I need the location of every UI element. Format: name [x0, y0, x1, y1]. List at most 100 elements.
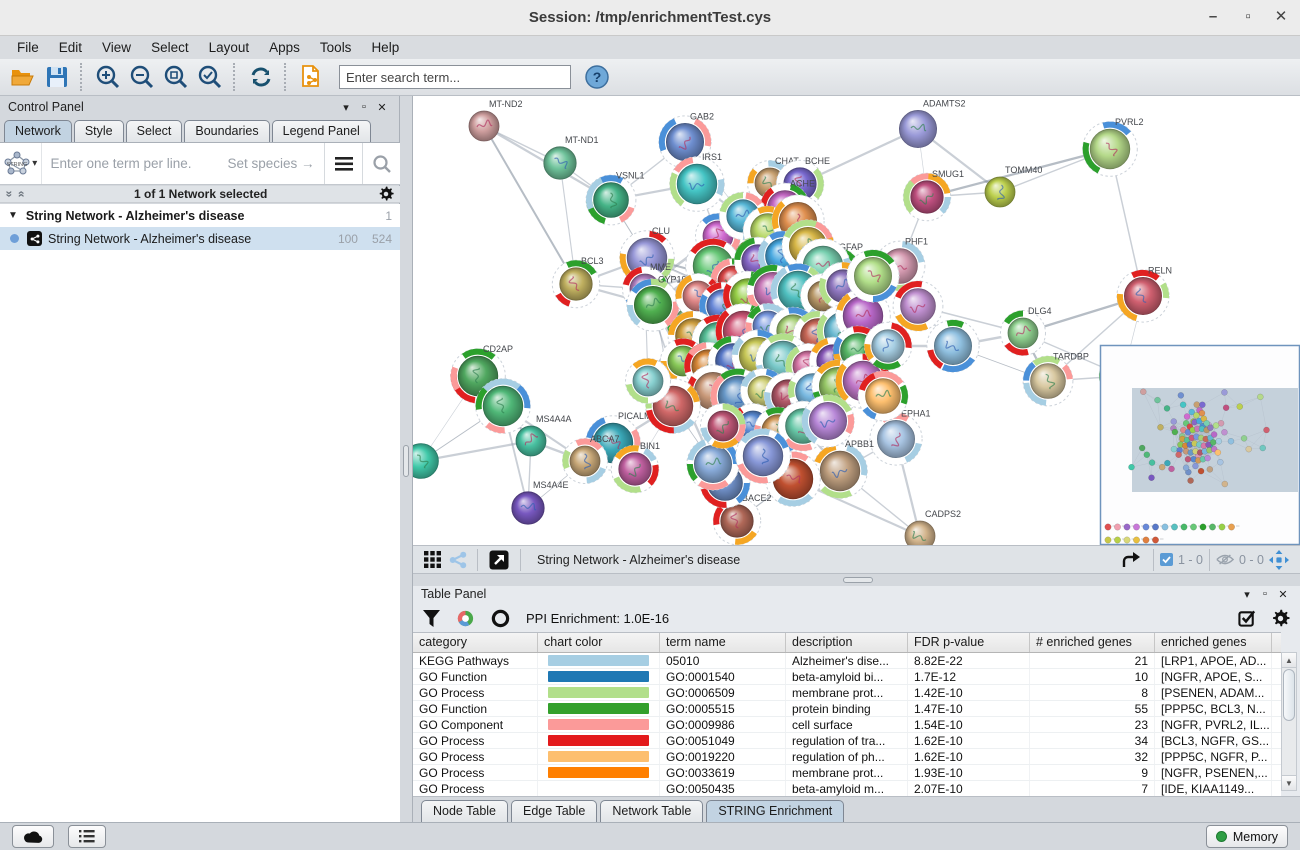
panel-float-icon[interactable]: ▫ — [355, 101, 373, 113]
table-row[interactable]: GO FunctionGO:0005515protein binding1.47… — [413, 701, 1281, 717]
task-history-button[interactable] — [68, 825, 106, 848]
scroll-up-icon[interactable]: ▲ — [1282, 653, 1296, 668]
table-row[interactable]: GO ProcessGO:0051049regulation of tra...… — [413, 733, 1281, 749]
column-header--enriched-genes[interactable]: # enriched genes — [1030, 633, 1155, 652]
expand-all-icon[interactable]: » — [13, 191, 27, 198]
node[interactable] — [736, 429, 791, 484]
node[interactable] — [626, 359, 671, 404]
donut-chart-icon[interactable] — [456, 609, 475, 628]
column-header-enriched-genes[interactable]: enriched genes — [1155, 633, 1272, 652]
column-header-description[interactable]: description — [786, 633, 908, 652]
menu-view[interactable]: View — [93, 38, 140, 57]
column-header-FDR-p-value[interactable]: FDR p-value — [908, 633, 1030, 652]
table-divider-grip[interactable] — [843, 577, 873, 583]
refresh-button[interactable] — [244, 62, 278, 92]
column-header-term-name[interactable]: term name — [660, 633, 786, 652]
string-search-button[interactable] — [363, 143, 400, 184]
node-DLG4[interactable]: DLG4 — [1001, 306, 1052, 356]
node-RELN[interactable]: RELN — [1117, 265, 1172, 322]
zoom-fit-button[interactable] — [159, 62, 193, 92]
filter-icon[interactable] — [423, 610, 440, 627]
tab-network-table[interactable]: Network Table — [600, 800, 703, 822]
node[interactable] — [476, 379, 531, 434]
settings-gear-icon[interactable] — [1271, 609, 1290, 628]
divider-grip[interactable] — [403, 445, 409, 477]
node[interactable] — [858, 371, 908, 421]
node-MS4A4E[interactable]: MS4A4E — [512, 480, 569, 524]
pan-mode-button[interactable] — [1264, 545, 1294, 575]
tab-string-enrichment[interactable]: STRING Enrichment — [706, 800, 844, 822]
menu-edit[interactable]: Edit — [50, 38, 91, 57]
table-panel-menu-caret-icon[interactable]: ▾ — [1238, 588, 1256, 601]
tab-style[interactable]: Style — [74, 120, 124, 142]
string-protocol-selector[interactable]: STRING ▾ — [0, 143, 42, 184]
menu-layout[interactable]: Layout — [200, 38, 259, 57]
ring-chart-icon[interactable] — [491, 609, 510, 628]
minimize-button[interactable]: – — [1196, 0, 1230, 36]
zoom-in-button[interactable] — [91, 62, 125, 92]
menu-help[interactable]: Help — [362, 38, 408, 57]
table-row[interactable]: GO FunctionGO:0001540beta-amyloid bi...1… — [413, 669, 1281, 685]
node-TOMM40[interactable]: TOMM40 — [985, 165, 1042, 207]
menu-file[interactable]: File — [8, 38, 48, 57]
menu-apps[interactable]: Apps — [260, 38, 309, 57]
collection-row[interactable]: ▼ String Network - Alzheimer's disease 1 — [0, 204, 400, 227]
table-row[interactable]: GO ProcessGO:0006509membrane prot...1.42… — [413, 685, 1281, 701]
network-svg[interactable]: MT-ND2MT-ND1VSNL1GAB2IRS1CHATBCHEACHEADA… — [413, 96, 1300, 545]
save-session-button[interactable] — [40, 62, 74, 92]
gear-icon[interactable] — [378, 186, 394, 202]
maximize-button[interactable]: ▫ — [1231, 0, 1265, 36]
node[interactable] — [701, 404, 746, 449]
panel-menu-caret-icon[interactable]: ▾ — [337, 101, 355, 114]
table-scrollbar[interactable]: ▲ ▼ — [1281, 652, 1297, 791]
selection-checkbox-icon[interactable] — [1160, 553, 1173, 566]
panel-close-icon[interactable]: ✕ — [373, 101, 391, 114]
scroll-thumb[interactable] — [1283, 669, 1295, 721]
node-ADAMTS2[interactable]: ADAMTS2 — [899, 98, 965, 147]
network-row[interactable]: String Network - Alzheimer's disease 100… — [0, 227, 400, 250]
tab-select[interactable]: Select — [126, 120, 183, 142]
node-CADPS2[interactable]: CADPS2 — [905, 509, 961, 545]
node-VSNL1[interactable]: VSNL1 — [586, 171, 644, 225]
import-network-button[interactable] — [295, 62, 329, 92]
memory-button[interactable]: Memory — [1206, 825, 1288, 848]
node[interactable] — [802, 395, 854, 447]
scroll-down-icon[interactable]: ▼ — [1282, 775, 1296, 790]
table-row[interactable]: GO ComponentGO:0009986cell surface1.54E-… — [413, 717, 1281, 733]
species-hint[interactable]: Set species → — [227, 156, 324, 171]
open-session-button[interactable] — [6, 62, 40, 92]
table-row[interactable]: GO ProcessGO:0050435beta-amyloid m...2.0… — [413, 781, 1281, 796]
zoom-selected-button[interactable] — [193, 62, 227, 92]
node-MT-ND2[interactable]: MT-ND2 — [469, 99, 523, 141]
tab-legend-panel[interactable]: Legend Panel — [272, 120, 371, 142]
node-BCL3[interactable]: BCL3 — [552, 256, 603, 308]
network-style-button[interactable] — [445, 545, 471, 575]
help-button[interactable]: ? — [585, 65, 609, 89]
node-MT-ND1[interactable]: MT-ND1 — [544, 135, 599, 179]
birds-eye-view[interactable] — [1101, 346, 1300, 545]
node[interactable] — [927, 320, 979, 372]
tab-network[interactable]: Network — [4, 120, 72, 142]
tab-edge-table[interactable]: Edge Table — [511, 800, 597, 822]
column-header-chart-color[interactable]: chart color — [538, 633, 660, 652]
table-row[interactable]: GO ProcessGO:0033619membrane prot...1.93… — [413, 765, 1281, 781]
string-options-button[interactable] — [325, 143, 362, 184]
cloud-button[interactable] — [12, 825, 54, 848]
menu-select[interactable]: Select — [142, 38, 198, 57]
grid-view-button[interactable] — [419, 545, 445, 575]
node-PVRL2[interactable]: PVRL2 — [1083, 117, 1144, 176]
node[interactable] — [847, 250, 899, 302]
table-panel-close-icon[interactable]: ✕ — [1274, 588, 1292, 601]
node[interactable] — [893, 281, 943, 331]
node[interactable] — [413, 444, 438, 479]
tab-boundaries[interactable]: Boundaries — [184, 120, 269, 142]
zoom-out-button[interactable] — [125, 62, 159, 92]
select-rows-icon[interactable] — [1238, 609, 1257, 628]
search-input[interactable] — [339, 65, 571, 89]
close-button[interactable]: ✕ — [1264, 0, 1298, 36]
term-input[interactable] — [42, 156, 227, 171]
tree-expand-icon[interactable]: ▼ — [8, 210, 18, 221]
table-row[interactable]: KEGG Pathways05010Alzheimer's dise...8.8… — [413, 653, 1281, 669]
menu-tools[interactable]: Tools — [311, 38, 361, 57]
table-panel-float-icon[interactable]: ▫ — [1256, 588, 1274, 600]
